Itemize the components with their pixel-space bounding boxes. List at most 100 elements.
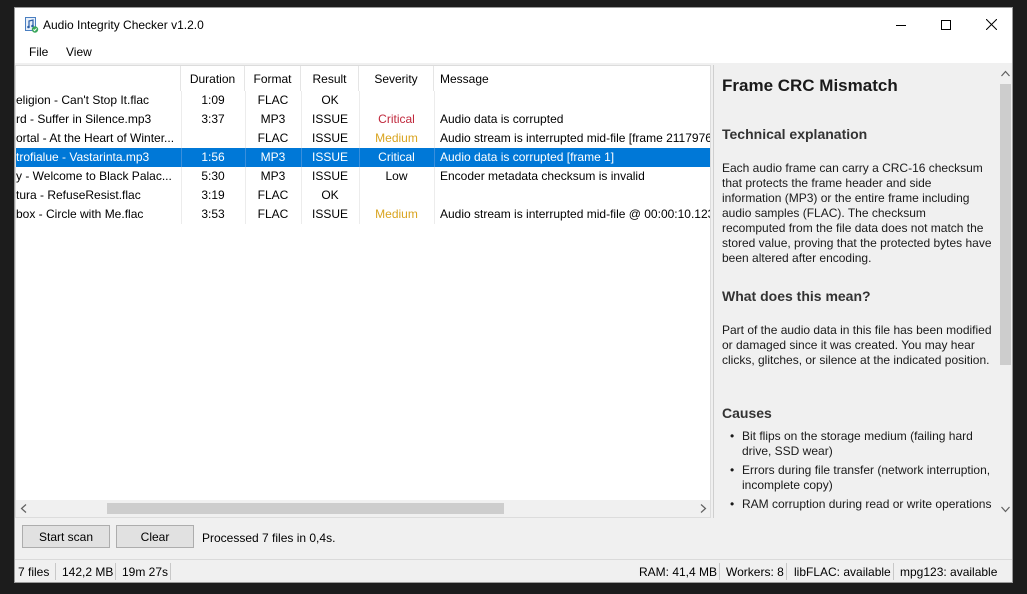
cell-format: FLAC	[257, 207, 289, 221]
window-title: Audio Integrity Checker v1.2.0	[43, 18, 204, 32]
cell-severity: Medium	[375, 131, 418, 145]
status-file-count: 7 files	[18, 565, 50, 579]
status-total-duration: 19m 27s	[122, 565, 169, 579]
cell-result: ISSUE	[311, 150, 348, 164]
section-body-meaning: Part of the audio data in this file has …	[722, 323, 992, 367]
cell-message: Audio data is corrupted [frame 1]	[440, 150, 615, 164]
scroll-right-icon[interactable]	[700, 504, 707, 513]
horizontal-scrollbar[interactable]	[16, 500, 710, 517]
cell-format: FLAC	[257, 131, 289, 145]
cell-result: ISSUE	[311, 112, 348, 126]
column-header-format[interactable]: Format	[245, 66, 301, 91]
table-row[interactable]: trofialue - Vastarinta.mp3 1:56 MP3 ISSUE Cr…	[16, 148, 710, 167]
cell-message: Audio stream is interrupted mid-file @ 0…	[440, 207, 711, 221]
app-music-icon	[25, 17, 39, 33]
cell-result: ISSUE	[311, 207, 348, 221]
section-heading-causes: Causes	[722, 405, 772, 421]
table-row[interactable]: ortal - At the Heart of Winter... FLAC ISS…	[16, 129, 711, 148]
scroll-left-icon[interactable]	[20, 504, 27, 513]
maximize-button[interactable]	[923, 8, 969, 41]
cell-file: trofialue - Vastarinta.mp3	[16, 150, 150, 164]
column-separator	[434, 167, 435, 186]
cell-severity: Critical	[378, 150, 415, 164]
cell-duration: 3:37	[201, 112, 225, 126]
column-separator	[434, 186, 435, 205]
clear-button[interactable]: Clear	[116, 525, 194, 548]
cell-severity: Critical	[378, 112, 415, 126]
cell-message: Audio data is corrupted	[440, 112, 564, 126]
section-heading-meaning: What does this mean?	[722, 288, 871, 304]
minimize-button[interactable]	[878, 8, 924, 41]
status-libflac: libFLAC: available	[794, 565, 891, 579]
column-header-file[interactable]	[16, 66, 181, 91]
detail-panel: Frame CRC Mismatch Technical explanation…	[713, 65, 1012, 518]
column-header-result[interactable]: Result	[301, 66, 359, 91]
cell-format: MP3	[260, 169, 286, 183]
cell-severity	[359, 91, 434, 110]
cell-result: OK	[321, 93, 339, 107]
start-scan-button[interactable]: Start scan	[22, 525, 110, 548]
results-list[interactable]: Duration Format Result Severity Message …	[15, 65, 711, 518]
scroll-up-icon[interactable]	[1001, 70, 1010, 77]
table-row[interactable]: y - Welcome to Black Palac... 5:30 MP3 ISSU…	[16, 167, 710, 186]
vertical-scrollbar[interactable]	[997, 65, 1012, 518]
cell-file: rd - Suffer in Silence.mp3	[16, 112, 152, 126]
cell-severity	[359, 186, 434, 205]
cell-message: Encoder metadata checksum is invalid	[440, 169, 645, 183]
cell-file: ortal - At the Heart of Winter...	[16, 131, 175, 145]
cell-severity: Medium	[375, 207, 418, 221]
detail-title: Frame CRC Mismatch	[722, 76, 898, 95]
menu-bar: File View	[15, 41, 1012, 64]
cell-message: Audio stream is interrupted mid-file [fr…	[440, 131, 711, 145]
status-total-size: 142,2 MB	[62, 565, 114, 579]
column-separator	[434, 91, 435, 110]
column-separator	[434, 129, 435, 148]
cause-item: Bit flips on the storage medium (failing…	[730, 429, 992, 459]
cell-message	[440, 186, 710, 205]
cell-duration: 3:19	[201, 188, 225, 202]
minimize-icon	[896, 24, 906, 26]
table-row[interactable]: box - Circle with Me.flac 3:53 FLAC ISSUE Me…	[16, 205, 711, 224]
cell-format: FLAC	[257, 188, 289, 202]
column-separator	[434, 148, 435, 167]
close-button[interactable]	[968, 8, 1012, 41]
cell-format: MP3	[260, 150, 286, 164]
status-ram: RAM: 41,4 MB	[639, 565, 718, 579]
cell-file: eligion - Can't Stop It.flac	[16, 93, 150, 107]
menu-file[interactable]: File	[29, 45, 48, 59]
section-heading-technical: Technical explanation	[722, 126, 868, 142]
column-header-message[interactable]: Message	[434, 66, 710, 91]
column-header-duration[interactable]: Duration	[181, 66, 245, 91]
column-header-severity[interactable]: Severity	[359, 66, 434, 91]
cell-severity: Low	[385, 169, 408, 183]
status-workers: Workers: 8	[726, 565, 784, 579]
cell-duration: 5:30	[201, 169, 225, 183]
cell-result: ISSUE	[311, 169, 348, 183]
cell-duration	[181, 129, 245, 148]
column-separator	[434, 110, 435, 129]
cell-duration: 1:56	[201, 150, 225, 164]
cell-format: FLAC	[257, 93, 289, 107]
horizontal-scroll-thumb[interactable]	[107, 503, 504, 514]
menu-view[interactable]: View	[66, 45, 92, 59]
app-window: Audio Integrity Checker v1.2.0 File View…	[14, 7, 1013, 583]
cell-file: y - Welcome to Black Palac...	[16, 169, 172, 183]
title-bar[interactable]: Audio Integrity Checker v1.2.0	[15, 8, 1012, 41]
cell-result: ISSUE	[311, 131, 348, 145]
table-row[interactable]: tura - RefuseResist.flac 3:19 FLAC OK	[16, 186, 710, 205]
cell-duration: 1:09	[201, 93, 225, 107]
table-row[interactable]: rd - Suffer in Silence.mp3 3:37 MP3 ISSUE Cr…	[16, 110, 710, 129]
cell-result: OK	[321, 188, 339, 202]
cell-message	[440, 91, 710, 110]
column-separator	[434, 205, 435, 224]
cell-file: box - Circle with Me.flac	[16, 207, 144, 221]
action-bar: Start scan Clear Processed 7 files in 0,…	[15, 519, 1012, 558]
cause-item: Errors during file transfer (network int…	[730, 463, 992, 493]
cell-format: MP3	[260, 112, 286, 126]
status-mpg123: mpg123: available	[900, 565, 998, 579]
scroll-down-icon[interactable]	[1001, 506, 1010, 513]
close-icon	[985, 19, 997, 30]
cause-item: RAM corruption during read or write oper…	[730, 497, 992, 512]
table-row[interactable]: eligion - Can't Stop It.flac 1:09 FLAC OK	[16, 91, 710, 110]
vertical-scroll-thumb[interactable]	[1000, 84, 1011, 365]
